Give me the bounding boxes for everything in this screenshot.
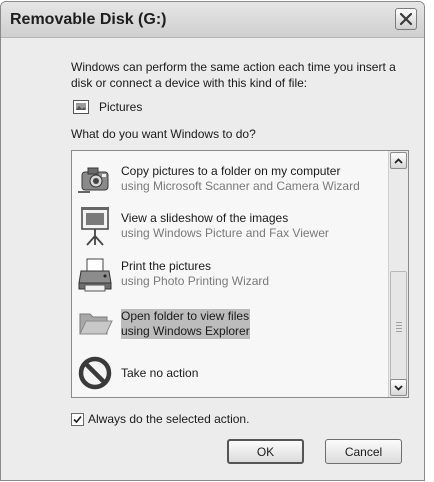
action-title: Print the pictures xyxy=(121,259,212,273)
action-subtitle: using Photo Printing Wizard xyxy=(121,274,270,288)
action-title: Copy pictures to a folder on my computer xyxy=(121,164,341,178)
chevron-up-icon xyxy=(394,157,403,164)
action-title: View a slideshow of the images xyxy=(121,211,289,225)
action-item-take-no-action[interactable]: Take no action xyxy=(76,353,198,393)
scroll-up-button[interactable] xyxy=(390,152,407,169)
always-do-label[interactable]: Always do the selected action. xyxy=(88,412,249,426)
close-button[interactable] xyxy=(395,8,417,30)
printer-icon xyxy=(78,258,112,292)
action-subtitle: using Microsoft Scanner and Camera Wizar… xyxy=(121,179,360,193)
question-label: What do you want Windows to do? xyxy=(71,127,256,141)
autoplay-dialog: Removable Disk (G:) Windows can perform … xyxy=(0,1,425,481)
action-title: Open folder to view files xyxy=(121,309,250,323)
action-subtitle: using Windows Explorer xyxy=(121,324,250,338)
action-title: Take no action xyxy=(121,365,199,380)
action-item-slideshow[interactable]: View a slideshow of the images using Win… xyxy=(76,206,329,246)
action-item-open-folder[interactable]: Open folder to view files using Windows … xyxy=(76,304,250,344)
close-icon xyxy=(399,12,413,26)
media-type-label: Pictures xyxy=(99,100,143,114)
pictures-file-icon xyxy=(73,100,89,114)
list-scrollbar[interactable] xyxy=(388,151,408,397)
always-do-checkbox[interactable] xyxy=(71,412,84,426)
checkmark-icon xyxy=(73,415,82,423)
media-type-row: Pictures xyxy=(73,100,142,114)
window-title: Removable Disk (G:) xyxy=(10,11,167,28)
scroll-thumb-grip xyxy=(396,322,402,334)
action-item-copy-pictures[interactable]: Copy pictures to a folder on my computer… xyxy=(76,159,360,199)
action-list[interactable]: Copy pictures to a folder on my computer… xyxy=(71,150,409,398)
cancel-button[interactable]: Cancel xyxy=(325,439,402,464)
always-do-row: Always do the selected action. xyxy=(71,412,249,426)
scroll-thumb[interactable] xyxy=(390,271,407,381)
intro-text: Windows can perform the same action each… xyxy=(71,60,396,90)
camera-icon xyxy=(78,167,109,193)
scroll-down-button[interactable] xyxy=(390,379,407,396)
action-item-print[interactable]: Print the pictures using Photo Printing … xyxy=(76,254,269,294)
action-subtitle: using Windows Picture and Fax Viewer xyxy=(121,226,329,240)
ok-button[interactable]: OK xyxy=(227,439,304,464)
title-bar: Removable Disk (G:) xyxy=(1,2,424,38)
open-folder-icon xyxy=(79,313,113,335)
no-action-icon xyxy=(78,356,112,390)
slideshow-projector-icon xyxy=(81,207,109,246)
chevron-down-icon xyxy=(394,384,403,391)
